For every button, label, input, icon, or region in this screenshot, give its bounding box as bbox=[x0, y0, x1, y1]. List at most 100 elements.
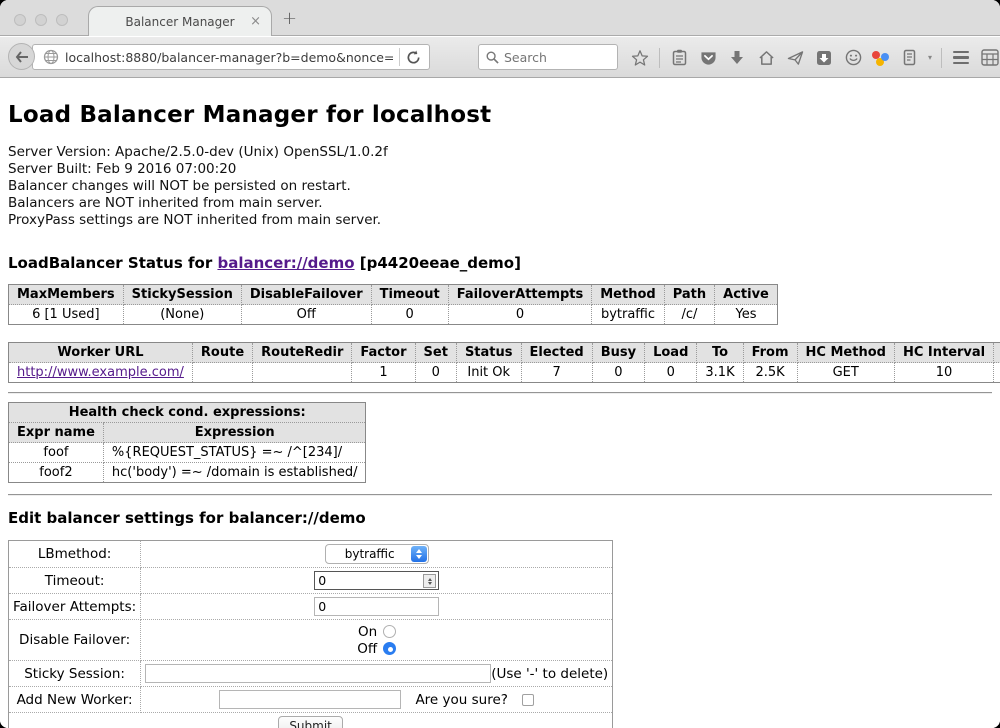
col-path: Path bbox=[664, 285, 714, 305]
sticky-session-hint: (Use '-' to delete) bbox=[491, 666, 608, 682]
add-worker-input[interactable] bbox=[219, 690, 401, 709]
radio-off[interactable] bbox=[383, 642, 396, 655]
clipboard-icon[interactable] bbox=[669, 48, 689, 68]
lbmethod-select[interactable]: bytraffic bbox=[325, 544, 429, 564]
failover-attempts-input[interactable] bbox=[314, 597, 439, 616]
toolbar-icons: ▾ bbox=[630, 37, 1000, 78]
minimize-window-button[interactable] bbox=[35, 14, 47, 26]
failover-attempts-row: Failover Attempts: bbox=[9, 594, 613, 620]
col-failoverattempts: FailoverAttempts bbox=[448, 285, 592, 305]
browser-window: Balancer Manager × + localhost:8880/bala… bbox=[0, 0, 1000, 728]
status-table-header-row: MaxMembers StickySession DisableFailover… bbox=[9, 285, 778, 305]
reload-icon[interactable] bbox=[406, 50, 421, 65]
health-table-title-row: Health check cond. expressions: bbox=[9, 403, 366, 423]
download-panel-icon[interactable] bbox=[814, 48, 834, 68]
feedback-smiley-icon[interactable] bbox=[843, 48, 863, 68]
balancer-demo-link[interactable]: balancer://demo bbox=[217, 254, 354, 272]
col-method: Method bbox=[592, 285, 664, 305]
col-passes: Passes bbox=[994, 343, 1000, 363]
submit-row: Submit bbox=[9, 713, 613, 728]
colorful-dots-icon[interactable] bbox=[872, 49, 890, 67]
home-icon[interactable] bbox=[756, 48, 776, 68]
add-worker-cell: Are you sure? bbox=[141, 687, 613, 713]
health-table-title: Health check cond. expressions: bbox=[9, 403, 366, 423]
disable-failover-label: Disable Failover: bbox=[9, 620, 141, 661]
cell-routeredir bbox=[253, 363, 352, 383]
sticky-session-label: Sticky Session: bbox=[9, 661, 141, 687]
url-bar[interactable]: localhost:8880/balancer-manager?b=demo&n… bbox=[32, 44, 430, 70]
chevron-down-icon[interactable]: ▾ bbox=[928, 53, 932, 62]
zoom-window-button[interactable] bbox=[56, 14, 68, 26]
disable-failover-row: Disable Failover: On Off bbox=[9, 620, 613, 661]
are-you-sure-label: Are you sure? bbox=[415, 692, 508, 708]
search-bar[interactable] bbox=[478, 44, 618, 70]
number-spinner-icon[interactable] bbox=[423, 574, 436, 588]
col-hc-method: HC Method bbox=[797, 343, 894, 363]
url-text[interactable]: localhost:8880/balancer-manager?b=demo&n… bbox=[65, 50, 393, 65]
send-plane-icon[interactable] bbox=[785, 48, 805, 68]
sticky-session-row: Sticky Session: (Use '-' to delete) bbox=[9, 661, 613, 687]
cell-busy: 0 bbox=[592, 363, 644, 383]
cell-hc-interval: 10 bbox=[894, 363, 993, 383]
add-worker-label: Add New Worker: bbox=[9, 687, 141, 713]
window-controls bbox=[14, 14, 68, 26]
back-button[interactable] bbox=[8, 43, 35, 70]
proxypass-notice-line: ProxyPass settings are NOT inherited fro… bbox=[8, 212, 992, 229]
cell-expression-foof: %{REQUEST_STATUS} =~ /^[234]/ bbox=[103, 443, 366, 463]
cell-timeout: 0 bbox=[371, 305, 448, 325]
cell-route bbox=[192, 363, 252, 383]
cell-hc-method: GET bbox=[797, 363, 894, 383]
submit-button[interactable]: Submit bbox=[278, 716, 343, 728]
page-title: Load Balancer Manager for localhost bbox=[8, 102, 992, 128]
col-status: Status bbox=[456, 343, 521, 363]
col-to: To bbox=[697, 343, 743, 363]
col-busy: Busy bbox=[592, 343, 644, 363]
menu-hamburger-icon[interactable] bbox=[951, 48, 971, 68]
health-table-row-foof2: foof2 hc('body') =~ /domain is establish… bbox=[9, 463, 366, 483]
cell-factor: 1 bbox=[352, 363, 415, 383]
worker-table-header-row: Worker URL Route RouteRedir Factor Set S… bbox=[9, 343, 1000, 363]
download-icon[interactable] bbox=[727, 48, 747, 68]
persist-notice-line: Balancer changes will NOT be persisted o… bbox=[8, 178, 992, 195]
col-load: Load bbox=[645, 343, 697, 363]
timeout-input[interactable] bbox=[314, 571, 439, 590]
lbmethod-row: LBmethod: bytraffic bbox=[9, 541, 613, 568]
add-worker-row: Add New Worker: Are you sure? bbox=[9, 687, 613, 713]
divider-2 bbox=[8, 494, 992, 496]
toolbar-divider-2 bbox=[941, 48, 942, 68]
cell-to: 3.1K bbox=[697, 363, 743, 383]
sticky-session-input[interactable] bbox=[145, 664, 491, 683]
bookmark-star-icon[interactable] bbox=[630, 48, 650, 68]
tab-close-icon[interactable]: × bbox=[250, 14, 261, 29]
are-you-sure-checkbox[interactable] bbox=[522, 694, 534, 706]
edit-balancer-heading: Edit balancer settings for balancer://de… bbox=[8, 509, 992, 527]
col-stickysession: StickySession bbox=[123, 285, 241, 305]
health-check-table: Health check cond. expressions: Expr nam… bbox=[8, 402, 366, 483]
globe-icon bbox=[43, 49, 59, 65]
close-window-button[interactable] bbox=[14, 14, 26, 26]
cell-path: /c/ bbox=[664, 305, 714, 325]
tab-balancer-manager[interactable]: Balancer Manager × bbox=[88, 6, 272, 36]
search-input[interactable] bbox=[504, 50, 617, 65]
page-content: Load Balancer Manager for localhost Serv… bbox=[0, 78, 1000, 728]
timeout-cell bbox=[141, 568, 613, 594]
cell-status: Init Ok bbox=[456, 363, 521, 383]
status-heading-suffix: [p4420eeae_demo] bbox=[355, 254, 521, 272]
radio-on[interactable] bbox=[383, 625, 396, 638]
notes-panel-icon[interactable] bbox=[899, 48, 919, 68]
lbmethod-label: LBmethod: bbox=[9, 541, 141, 568]
timeout-label: Timeout: bbox=[9, 568, 141, 594]
divider-1 bbox=[8, 392, 992, 394]
worker-table: Worker URL Route RouteRedir Factor Set S… bbox=[8, 342, 1000, 383]
inherit-notice-line: Balancers are NOT inherited from main se… bbox=[8, 195, 992, 212]
navigation-toolbar: localhost:8880/balancer-manager?b=demo&n… bbox=[0, 37, 1000, 78]
pocket-icon[interactable] bbox=[698, 48, 718, 68]
worker-url-link[interactable]: http://www.example.com/ bbox=[17, 365, 184, 380]
col-from: From bbox=[743, 343, 797, 363]
cell-expr-name-foof: foof bbox=[9, 443, 104, 463]
new-tab-button[interactable]: + bbox=[282, 8, 297, 29]
tile-grid-icon[interactable] bbox=[980, 48, 1000, 68]
tab-bar: Balancer Manager × + bbox=[0, 0, 1000, 36]
cell-elected: 7 bbox=[521, 363, 592, 383]
col-worker-url: Worker URL bbox=[9, 343, 193, 363]
